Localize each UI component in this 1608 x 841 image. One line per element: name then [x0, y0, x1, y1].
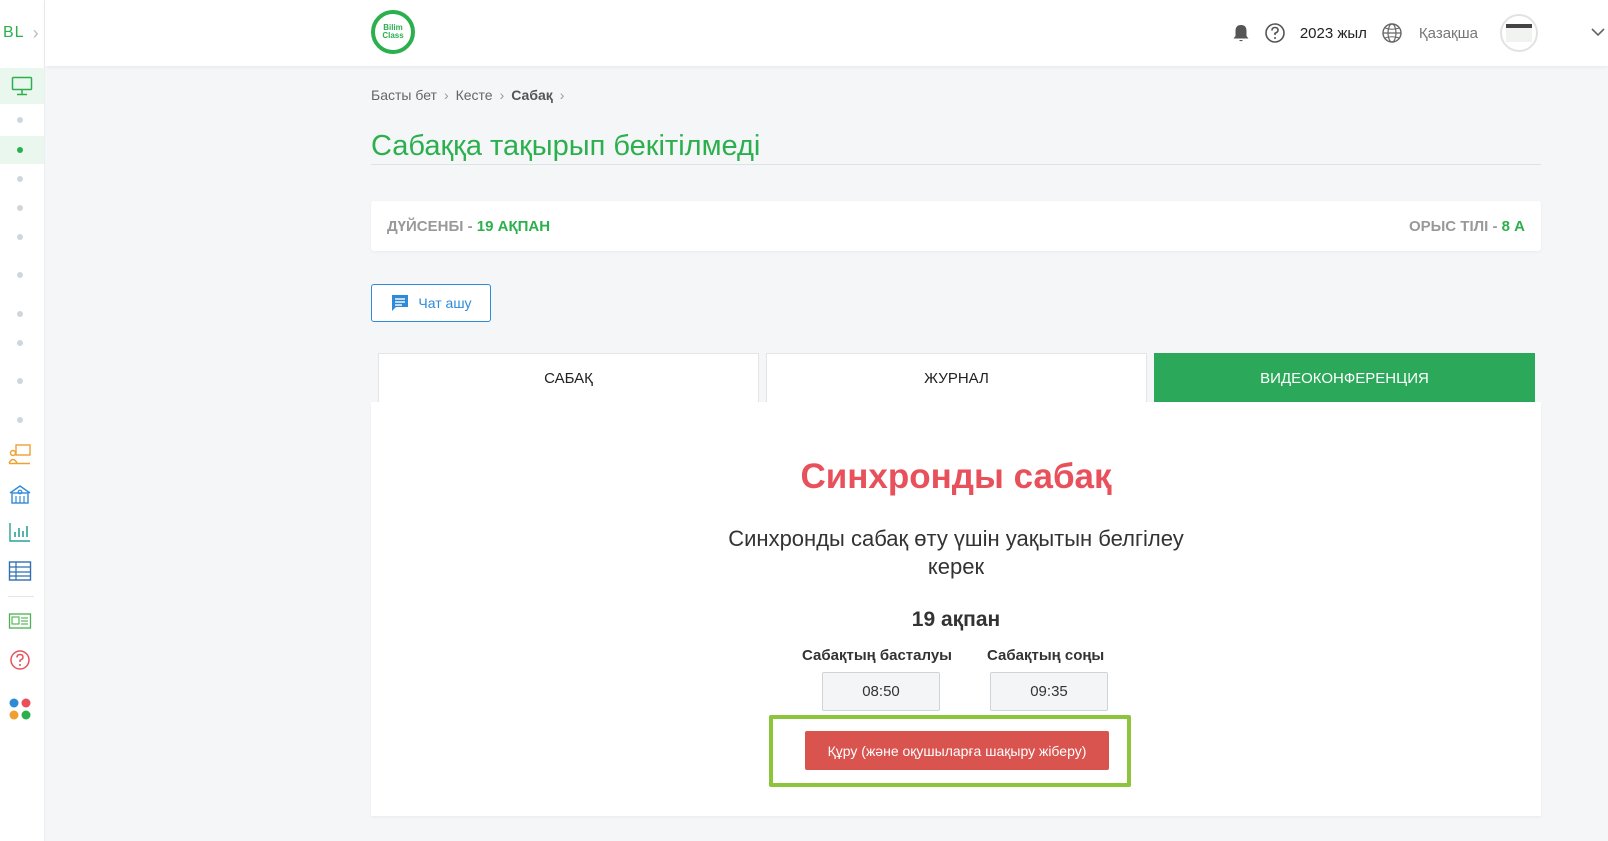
sidebar-item-news[interactable] — [8, 609, 32, 633]
sync-lesson-description: Синхронды сабақ өту үшін уақытын белгіле… — [728, 526, 1184, 579]
bilimclass-logo[interactable]: Bilim Class — [371, 10, 415, 54]
tab-videoconference[interactable]: ВИДЕОКОНФЕРЕНЦИЯ — [1154, 353, 1535, 402]
language-selector[interactable]: Қазақша — [1419, 25, 1478, 42]
newspaper-icon — [8, 613, 32, 629]
open-chat-label: Чат ашу — [418, 295, 472, 311]
create-and-invite-button[interactable]: Құру (және оқушыларға шақыру жіберу) — [805, 731, 1109, 770]
apps-grid-icon — [9, 698, 31, 720]
lesson-subject-class: ОРЫС ТІЛІ - 8 А — [1408, 217, 1525, 235]
help-circle-icon — [10, 650, 30, 670]
sidebar: BL › — [0, 0, 45, 841]
help-icon[interactable] — [1264, 22, 1286, 44]
sidebar-subitem-6[interactable] — [17, 272, 23, 278]
sidebar-item-apps[interactable] — [8, 697, 32, 721]
chevron-down-icon[interactable] — [1588, 22, 1608, 42]
avatar-image — [1506, 24, 1532, 42]
videoconference-panel: Синхронды сабақ Синхронды сабақ өту үшін… — [371, 402, 1541, 816]
end-time-label: Сабақтың соңы — [987, 647, 1105, 664]
sidebar-subitem-1[interactable] — [17, 117, 23, 123]
user-avatar[interactable] — [1500, 14, 1538, 52]
bell-icon[interactable] — [1232, 23, 1250, 43]
sidebar-item-reports[interactable] — [8, 520, 32, 544]
sidebar-item-teacher[interactable] — [8, 442, 32, 466]
page-title: Сабаққа тақырып бекітілмеді — [371, 130, 761, 162]
logo-text: Bilim Class — [382, 23, 404, 40]
sidebar-divider — [8, 596, 34, 597]
globe-icon[interactable] — [1381, 22, 1403, 44]
table-icon — [8, 561, 32, 581]
bar-chart-icon — [9, 523, 30, 542]
chevron-right-icon: › — [32, 22, 39, 43]
brand-logo-text: BL — [3, 24, 25, 41]
chat-icon — [392, 295, 409, 311]
breadcrumb-home[interactable]: Басты бет — [371, 87, 437, 103]
monitor-icon — [11, 76, 33, 96]
sidebar-subitem-5[interactable] — [17, 234, 23, 240]
lesson-day-date: ДҮЙСЕНБІ - 19 АҚПАН — [387, 217, 551, 235]
chevron-right-icon: › — [559, 87, 565, 103]
academic-year-selector[interactable]: 2023 жыл — [1300, 25, 1367, 42]
chevron-right-icon: › — [443, 87, 449, 103]
breadcrumb: Басты бет › Кесте › Сабақ › — [371, 87, 571, 103]
title-divider — [371, 164, 1541, 165]
lesson-date: 19 ақпан — [911, 608, 1001, 631]
breadcrumb-current: Сабақ — [511, 87, 553, 103]
sync-lesson-title: Синхронды сабақ — [800, 457, 1112, 496]
tab-journal[interactable]: ЖУРНАЛ — [766, 353, 1147, 402]
start-time-label: Сабақтың басталуы — [802, 647, 952, 664]
sidebar-item-monitor[interactable] — [0, 68, 44, 104]
sidebar-subitem-3[interactable] — [17, 176, 23, 182]
lesson-tabs: САБАҚ ЖУРНАЛ ВИДЕОКОНФЕРЕНЦИЯ — [378, 353, 1535, 402]
breadcrumb-schedule[interactable]: Кесте — [456, 87, 493, 103]
top-header: Bilim Class 2023 жыл Қазақша — [45, 0, 1608, 66]
sidebar-subitem-9[interactable] — [17, 378, 23, 384]
sidebar-subitem-2[interactable] — [17, 147, 23, 153]
tab-lesson[interactable]: САБАҚ — [378, 353, 759, 402]
sidebar-subitem-10[interactable] — [17, 417, 23, 423]
sidebar-subitem-8[interactable] — [17, 340, 23, 346]
sidebar-item-table[interactable] — [8, 559, 32, 583]
sidebar-subitem-4[interactable] — [17, 205, 23, 211]
sidebar-subitem-7[interactable] — [17, 311, 23, 317]
school-building-icon — [9, 485, 31, 504]
lesson-info-bar: ДҮЙСЕНБІ - 19 АҚПАН ОРЫС ТІЛІ - 8 А — [371, 201, 1541, 251]
sidebar-item-school[interactable] — [8, 482, 32, 506]
end-time-input[interactable] — [990, 672, 1108, 711]
sidebar-item-help[interactable] — [8, 648, 32, 672]
chevron-right-icon: › — [499, 87, 505, 103]
start-time-input[interactable] — [822, 672, 940, 711]
teacher-board-icon — [8, 444, 31, 465]
header-actions: 2023 жыл Қазақша — [1232, 0, 1538, 66]
open-chat-button[interactable]: Чат ашу — [371, 284, 491, 322]
